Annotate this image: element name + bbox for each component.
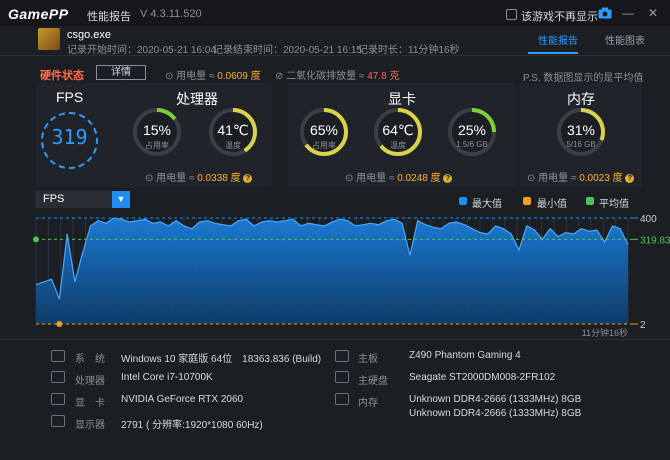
disk-label: 主硬盘 <box>358 376 388 387</box>
record-end: 记录结束时间：2020-05-21 16:15 <box>213 45 362 56</box>
co2-emission: ⊘ 二氧化碳排放量 ≈ 47.8 克 <box>275 71 400 82</box>
gpu-vram-value: 25% <box>457 122 487 138</box>
monitor-value: 2791 ( 分辨率:1920*1080 60Hz) <box>121 420 263 431</box>
game-name: csgo.exe <box>67 29 112 41</box>
game-icon <box>38 28 60 50</box>
gpu-value: NVIDIA GeForce RTX 2060 <box>121 394 244 405</box>
tab-performance-report[interactable]: 性能报告 <box>538 32 578 47</box>
power-icon: ⊙ <box>345 173 357 184</box>
version-label: V 4.3.11.520 <box>140 8 202 20</box>
gpu-usage-value: 65% <box>309 122 339 138</box>
metric-select-value[interactable]: FPS <box>43 193 64 205</box>
cpu-temp-value: 41℃ <box>217 122 249 138</box>
legend-max-swatch <box>459 197 467 205</box>
help-icon[interactable]: ? <box>625 173 635 183</box>
memory-value-2: Unknown DDR4-2666 (1333MHz) 8GB <box>409 408 582 419</box>
gpu-icon <box>51 393 65 405</box>
legend-avg-swatch <box>586 197 594 205</box>
app-logo: GamePP <box>8 6 69 22</box>
cpu-usage-label: 占用率 <box>145 141 169 150</box>
power-icon: ⊙ <box>527 173 539 184</box>
monitor-icon <box>51 415 65 427</box>
power-icon: ⊙ <box>145 173 157 184</box>
cpu-usage-value: 15% <box>142 122 172 138</box>
min-marker <box>56 321 63 327</box>
max-label: 400 <box>640 214 657 225</box>
minimize-icon[interactable]: — <box>621 6 635 20</box>
power-icon: ⊙ <box>165 71 177 82</box>
cpu-power: ⊙ 用电量 ≈ 0.0338 度 ? <box>145 169 253 184</box>
motherboard-value: Z490 Phantom Gaming 4 <box>409 350 521 361</box>
cpu-value: Intel Core i7-10700K <box>121 372 213 383</box>
fps-title: FPS <box>56 89 84 105</box>
duration-label: 11分钟16秒 <box>582 327 628 338</box>
gpu-label: 显 卡 <box>75 398 105 409</box>
gpu-usage-label: 占用率 <box>312 141 336 150</box>
gpu-temp-label: 温度 <box>390 141 406 150</box>
gpu-temp-value: 64℃ <box>382 122 414 138</box>
memory-icon <box>335 393 349 405</box>
hide-game-label[interactable]: 该游戏不再显示 <box>521 8 598 24</box>
hide-game-checkbox[interactable] <box>506 9 517 20</box>
avg-label: 319.83 <box>640 235 670 246</box>
os-icon <box>51 350 65 362</box>
window-title: 性能报告 <box>87 11 131 23</box>
record-duration: 记录时长：11分钟16秒 <box>358 45 460 56</box>
motherboard-label: 主板 <box>358 354 378 365</box>
fps-chart[interactable]: 400 319.83 2 11分钟16秒 <box>0 205 670 340</box>
active-tab-indicator <box>528 52 578 54</box>
record-start: 记录开始时间：2020-05-21 16:04 <box>67 45 216 56</box>
help-icon[interactable]: ? <box>243 173 253 183</box>
avg-marker <box>33 236 39 243</box>
fps-area <box>36 218 628 324</box>
cpu-label: 处理器 <box>75 376 105 387</box>
tab-performance-chart[interactable]: 性能图表 <box>605 32 645 47</box>
memory-label: 内存 <box>358 398 378 409</box>
os-label: 系 统 <box>75 354 105 365</box>
cpu-icon <box>51 371 65 383</box>
memory-usage-value: 31% <box>566 122 596 138</box>
total-power: ⊙ 用电量 ≈ 0.0609 度 <box>165 71 261 82</box>
divider <box>0 55 670 56</box>
monitor-label: 显示器 <box>75 420 105 431</box>
memory-usage-label: 5/16 GB <box>566 140 596 149</box>
divider <box>0 339 670 340</box>
leaf-icon: ⊘ <box>275 71 287 82</box>
os-value: Windows 10 家庭版 64位 18363.836 (Build) <box>121 354 322 365</box>
gpu-vram-label: 1.5/6 GB <box>456 140 488 149</box>
screenshot-icon[interactable] <box>598 7 612 19</box>
detail-button[interactable]: 详情 <box>96 65 146 80</box>
memory-power: ⊙ 用电量 ≈ 0.0023 度 ? <box>527 169 635 184</box>
close-icon[interactable]: ✕ <box>646 6 660 20</box>
cpu-temp-label: 温度 <box>225 141 241 150</box>
fps-value: 319 <box>51 125 88 149</box>
help-icon[interactable]: ? <box>443 173 453 183</box>
memory-value-1: Unknown DDR4-2666 (1333MHz) 8GB <box>409 394 582 405</box>
gpu-power: ⊙ 用电量 ≈ 0.0248 度 ? <box>345 169 453 184</box>
legend-min-swatch <box>523 197 531 205</box>
hardware-status-title: 硬件状态 <box>40 70 84 82</box>
chart-note: P.S. 数据图显示的是平均值 <box>523 73 644 84</box>
motherboard-icon <box>335 350 349 362</box>
disk-icon <box>335 371 349 383</box>
disk-value: Seagate ST2000DM008-2FR102 <box>409 372 556 383</box>
min-label: 2 <box>640 320 646 331</box>
